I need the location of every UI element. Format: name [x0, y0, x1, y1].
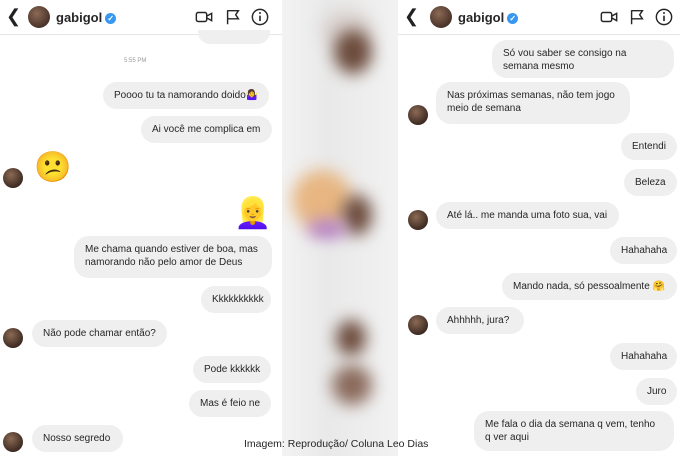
received-message[interactable]: Até lá.. me manda uma foto sua, vai — [436, 202, 619, 229]
sent-message[interactable]: Poooo tu ta namorando doido🤷‍♀️ — [103, 82, 269, 109]
sent-message[interactable]: Ai você me complica em — [141, 116, 272, 143]
right-chat-panel: ❮ gabigol ✓ Só vou saber se consigo na se… — [398, 0, 680, 456]
blurred-middle-strip — [282, 0, 398, 456]
video-call-icon[interactable] — [600, 8, 618, 26]
message-timestamp: 5:55 PM — [124, 58, 147, 64]
flag-icon[interactable] — [224, 8, 242, 26]
sent-message[interactable]: Mando nada, só pessoalmente 🤗 — [502, 273, 677, 300]
sent-message[interactable]: Entendi — [621, 133, 677, 160]
info-icon[interactable] — [251, 8, 269, 26]
sender-avatar — [3, 328, 23, 348]
sender-avatar — [408, 315, 428, 335]
message-bubble-partial — [198, 30, 270, 44]
profile-avatar[interactable] — [28, 6, 50, 28]
emoji-message[interactable]: 👱‍♀️ — [234, 196, 271, 232]
received-message[interactable]: Nosso segredo — [32, 425, 123, 452]
verified-badge-icon: ✓ — [507, 13, 519, 24]
back-arrow-icon[interactable]: ❮ — [6, 6, 21, 27]
received-message[interactable]: Nas próximas semanas, não tem jogo meio … — [436, 82, 630, 124]
username[interactable]: gabigol ✓ — [56, 10, 117, 25]
sender-avatar — [408, 210, 428, 230]
sender-avatar — [3, 168, 23, 188]
sent-message[interactable]: Só vou saber se consigo na semana mesmo — [492, 40, 674, 78]
sender-avatar — [408, 105, 428, 125]
sent-message[interactable]: Juro — [636, 378, 677, 405]
left-chat-panel: ❮ gabigol ✓ 5:55 PM Poooo tu ta namorando… — [0, 0, 282, 456]
emoji-message[interactable]: 😕 — [34, 150, 71, 186]
sent-message[interactable]: Hahahaha — [610, 343, 677, 370]
username[interactable]: gabigol ✓ — [458, 10, 519, 25]
received-message[interactable]: Não pode chamar então? — [32, 320, 167, 347]
sent-message[interactable]: Mas é feio ne — [189, 390, 271, 417]
sender-avatar — [3, 432, 23, 452]
chat-header: ❮ gabigol ✓ — [398, 0, 680, 35]
sent-message[interactable]: Beleza — [624, 169, 677, 196]
sent-message[interactable]: Me fala o dia da semana q vem, tenho q v… — [474, 411, 674, 451]
image-credit-caption: Imagem: Reprodução/ Coluna Leo Dias — [244, 438, 429, 450]
profile-avatar[interactable] — [430, 6, 452, 28]
sent-message[interactable]: Kkkkkkkkkk — [201, 286, 271, 313]
flag-icon[interactable] — [628, 8, 646, 26]
info-icon[interactable] — [655, 8, 673, 26]
sent-message[interactable]: Hahahaha — [610, 237, 677, 264]
received-message[interactable]: Ahhhhh, jura? — [436, 307, 524, 334]
verified-badge-icon: ✓ — [105, 13, 117, 24]
back-arrow-icon[interactable]: ❮ — [404, 6, 419, 27]
sent-message[interactable]: Pode kkkkkk — [193, 356, 271, 383]
video-call-icon[interactable] — [195, 8, 213, 26]
sent-message[interactable]: Me chama quando estiver de boa, mas namo… — [74, 236, 272, 278]
